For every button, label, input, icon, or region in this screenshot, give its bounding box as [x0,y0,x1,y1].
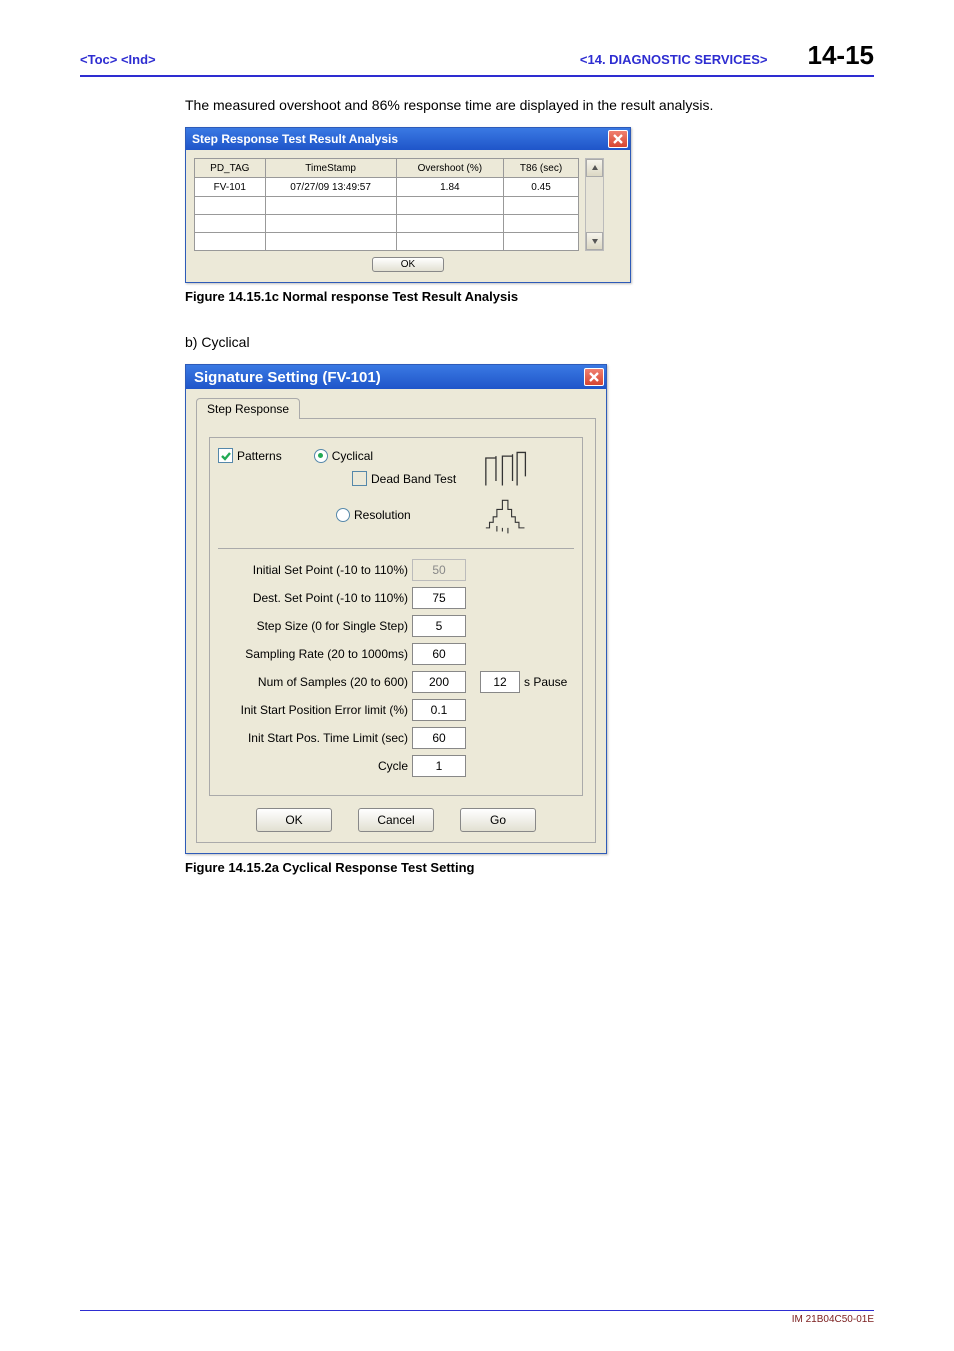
scroll-up-icon[interactable] [586,159,603,177]
intro-text: The measured overshoot and 86% response … [185,97,874,113]
col-pdtag: PD_TAG [195,159,266,178]
signature-setting-dialog: Signature Setting (FV-101) Step Response [185,364,607,854]
cell-pdtag: FV-101 [195,178,266,197]
header-section: <14. DIAGNOSTIC SERVICES> [580,52,768,67]
go-button[interactable]: Go [460,808,536,832]
cell-timestamp: 07/27/09 13:49:57 [265,178,396,197]
err-limit-label: Init Start Position Error limit (%) [218,703,412,717]
time-limit-input[interactable] [412,727,466,749]
cyclical-label: Cyclical [332,449,373,463]
table-row[interactable]: FV-101 07/27/09 13:49:57 1.84 0.45 [195,178,579,197]
time-limit-label: Init Start Pos. Time Limit (sec) [218,731,412,745]
resolution-label: Resolution [354,508,411,522]
cycle-label: Cycle [218,759,412,773]
ind-link[interactable]: <Ind> [121,52,156,67]
cyclical-radio[interactable] [314,449,328,463]
dest-sp-input[interactable] [412,587,466,609]
footer-docid: IM 21B04C50-01E [80,1310,874,1325]
pause-seconds-input[interactable] [480,671,520,693]
ok-button[interactable]: OK [256,808,332,832]
tab-step-response[interactable]: Step Response [196,398,300,419]
patterns-label: Patterns [237,449,282,463]
subsection-b: b) Cyclical [185,334,874,350]
pause-unit-label: s Pause [524,675,567,689]
dialog2-title: Signature Setting (FV-101) [194,369,584,386]
col-overshoot: Overshoot (%) [396,159,503,178]
deadband-checkbox[interactable] [352,471,367,486]
figure-caption-1: Figure 14.15.1c Normal response Test Res… [185,289,874,304]
step-size-input[interactable] [412,615,466,637]
vertical-scrollbar[interactable] [585,158,604,251]
result-table: PD_TAG TimeStamp Overshoot (%) T86 (sec)… [194,158,579,251]
sampling-rate-input[interactable] [412,643,466,665]
scroll-down-icon[interactable] [586,232,603,250]
num-samples-input[interactable] [412,671,466,693]
cell-t86: 0.45 [504,178,579,197]
patterns-checkbox[interactable] [218,448,233,463]
page-header: <Toc> <Ind> <14. DIAGNOSTIC SERVICES> 14… [80,40,874,77]
dest-sp-label: Dest. Set Point (-10 to 110%) [218,591,412,605]
close-icon[interactable] [584,368,604,386]
resolution-radio[interactable] [336,508,350,522]
cell-overshoot: 1.84 [396,178,503,197]
table-row[interactable] [195,233,579,251]
num-samples-label: Num of Samples (20 to 600) [218,675,412,689]
initial-sp-label: Initial Set Point (-10 to 110%) [218,563,412,577]
close-icon[interactable] [608,130,628,148]
err-limit-input[interactable] [412,699,466,721]
col-t86: T86 (sec) [504,159,579,178]
cyclical-graph-icon [484,448,530,490]
dialog2-titlebar[interactable]: Signature Setting (FV-101) [186,365,606,389]
figure-caption-2: Figure 14.15.2a Cyclical Response Test S… [185,860,874,875]
initial-sp-input [412,559,466,581]
patterns-group: Patterns Cyclical Dead Band Test [209,437,583,796]
result-analysis-dialog: Step Response Test Result Analysis PD_TA… [185,127,631,283]
col-timestamp: TimeStamp [265,159,396,178]
toc-link[interactable]: <Toc> [80,52,117,67]
header-page-number: 14-15 [808,40,875,71]
resolution-graph-icon [484,494,530,536]
cancel-button[interactable]: Cancel [358,808,434,832]
table-row[interactable] [195,215,579,233]
dialog1-title: Step Response Test Result Analysis [192,132,608,146]
dialog1-titlebar[interactable]: Step Response Test Result Analysis [186,128,630,150]
step-size-label: Step Size (0 for Single Step) [218,619,412,633]
ok-button[interactable]: OK [372,257,444,272]
deadband-label: Dead Band Test [371,472,456,486]
cycle-input[interactable] [412,755,466,777]
table-row[interactable] [195,197,579,215]
sampling-rate-label: Sampling Rate (20 to 1000ms) [218,647,412,661]
